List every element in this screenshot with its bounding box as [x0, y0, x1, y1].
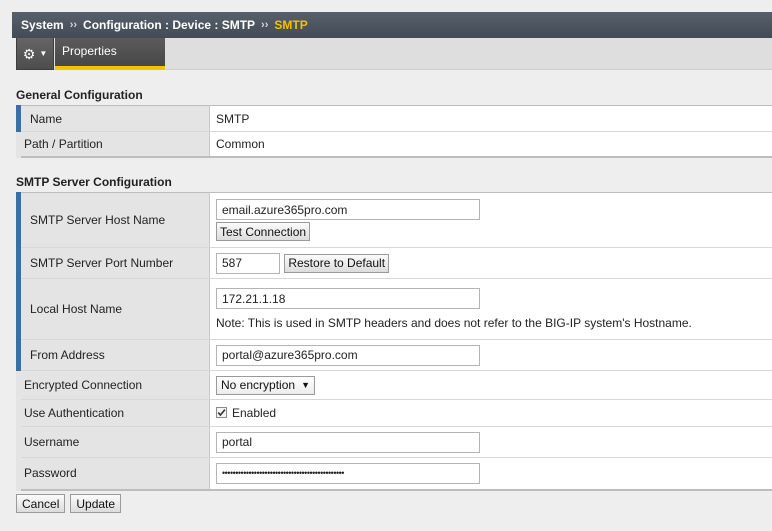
encrypted-connection-label: Encrypted Connection	[16, 370, 210, 400]
restore-to-default-button[interactable]: Restore to Default	[284, 253, 390, 273]
local-host-cell: Note: This is used in SMTP headers and d…	[209, 278, 772, 340]
smtp-port-label: SMTP Server Port Number	[16, 247, 210, 279]
name-label: Name	[16, 105, 210, 132]
breadcrumb-system[interactable]: System	[21, 18, 64, 32]
chevron-down-icon: ▼	[301, 380, 310, 390]
password-label: Password	[16, 457, 210, 491]
smtp-host-label: SMTP Server Host Name	[16, 192, 210, 248]
username-cell	[209, 426, 772, 458]
cancel-button[interactable]: Cancel	[16, 494, 66, 513]
tab-bar: ⚙ ▼ Properties	[16, 38, 772, 70]
gear-menu-button[interactable]: ⚙ ▼	[16, 38, 54, 70]
breadcrumb-separator: ››	[69, 19, 78, 31]
smtp-port-input[interactable]	[216, 252, 280, 274]
table-row: Encrypted Connection No encryption ▼	[16, 370, 772, 400]
table-row: From Address	[16, 339, 772, 371]
general-configuration-table: Name SMTP Path / Partition Common	[16, 105, 772, 158]
username-input[interactable]	[216, 431, 480, 453]
breadcrumb: System ›› Configuration : Device : SMTP …	[12, 12, 772, 38]
table-row: SMTP Server Host Name Test Connection	[16, 192, 772, 248]
table-row: Username	[16, 426, 772, 458]
table-row: Name SMTP	[16, 105, 772, 132]
username-label: Username	[16, 426, 210, 458]
local-host-label: Local Host Name	[16, 278, 210, 340]
chevron-down-icon: ▼	[39, 48, 48, 58]
table-row: Local Host Name Note: This is used in SM…	[16, 278, 772, 340]
table-row: Use Authentication Enabled	[16, 399, 772, 427]
form-actions: Cancel Update	[16, 494, 122, 513]
use-authentication-label: Use Authentication	[16, 399, 210, 427]
path-partition-value: Common	[209, 131, 772, 158]
name-value: SMTP	[209, 105, 772, 132]
use-authentication-cell: Enabled	[209, 399, 772, 427]
checkbox-checked-icon[interactable]	[216, 407, 227, 419]
breadcrumb-configuration[interactable]: Configuration : Device : SMTP	[83, 18, 255, 32]
password-cell	[209, 457, 772, 491]
encrypted-connection-cell: No encryption ▼	[209, 370, 772, 400]
gear-icon: ⚙	[22, 45, 36, 62]
breadcrumb-current: SMTP	[274, 18, 308, 32]
smtp-configuration-title: SMTP Server Configuration	[16, 175, 172, 189]
use-authentication-enabled-label: Enabled	[232, 406, 277, 420]
from-address-label: From Address	[16, 339, 210, 371]
smtp-host-cell: Test Connection	[209, 192, 772, 248]
smtp-port-cell: Restore to Default	[209, 247, 772, 279]
path-partition-label: Path / Partition	[16, 131, 210, 158]
general-configuration-title: General Configuration	[16, 88, 143, 102]
encrypted-connection-select[interactable]: No encryption ▼	[216, 375, 315, 395]
update-button[interactable]: Update	[70, 494, 122, 513]
local-host-note: Note: This is used in SMTP headers and d…	[216, 316, 692, 330]
from-address-input[interactable]	[216, 344, 480, 366]
table-row: SMTP Server Port Number Restore to Defau…	[16, 247, 772, 279]
test-connection-button[interactable]: Test Connection	[216, 222, 311, 241]
smtp-host-input[interactable]	[216, 199, 480, 220]
password-input[interactable]	[216, 462, 480, 484]
table-row: Path / Partition Common	[16, 131, 772, 158]
encrypted-connection-value: No encryption	[221, 378, 296, 392]
tab-properties[interactable]: Properties	[55, 38, 165, 70]
from-address-cell	[209, 339, 772, 371]
table-row: Password	[16, 457, 772, 491]
local-host-input[interactable]	[216, 288, 480, 309]
smtp-configuration-table: SMTP Server Host Name Test Connection SM…	[16, 192, 772, 491]
breadcrumb-separator: ››	[261, 19, 269, 31]
